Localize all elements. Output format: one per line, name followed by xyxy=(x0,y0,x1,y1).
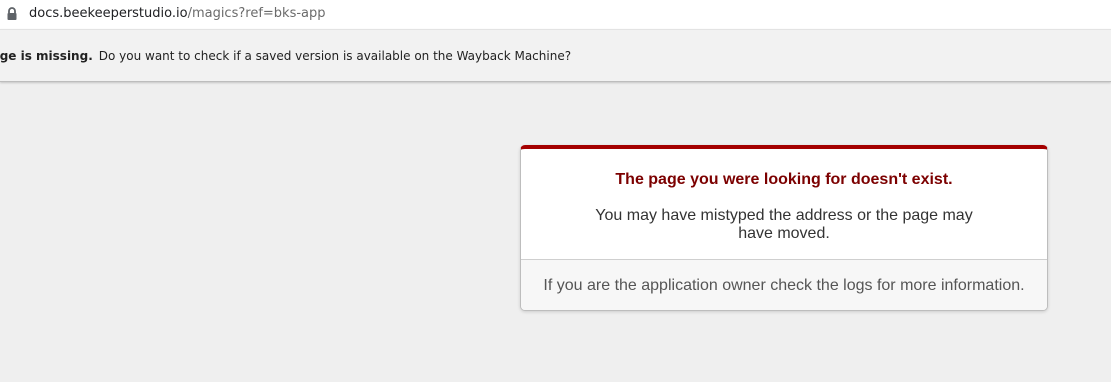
lock-icon[interactable] xyxy=(6,7,18,21)
error-footer: If you are the application owner check t… xyxy=(521,259,1047,310)
url-path: /magics?ref=bks-app xyxy=(187,6,326,21)
error-title: The page you were looking for doesn't ex… xyxy=(615,171,953,188)
error-footer-text: If you are the application owner check t… xyxy=(543,277,1025,294)
error-main: The page you were looking for doesn't ex… xyxy=(521,149,1047,259)
address-bar[interactable]: docs.beekeeperstudio.io/magics?ref=bks-a… xyxy=(0,0,1111,29)
wayback-infobar: at page is missing. Do you want to check … xyxy=(0,29,1111,82)
url-text[interactable]: docs.beekeeperstudio.io/magics?ref=bks-a… xyxy=(29,6,326,22)
infobar-message: Do you want to check if a saved version … xyxy=(98,49,572,63)
infobar-text: at page is missing. Do you want to check … xyxy=(0,49,571,64)
url-host: docs.beekeeperstudio.io xyxy=(29,6,188,21)
infobar-bold-text: at page is missing. xyxy=(0,49,93,63)
error-card: The page you were looking for doesn't ex… xyxy=(520,145,1048,311)
error-description: You may have mistyped the address or the… xyxy=(595,207,973,242)
